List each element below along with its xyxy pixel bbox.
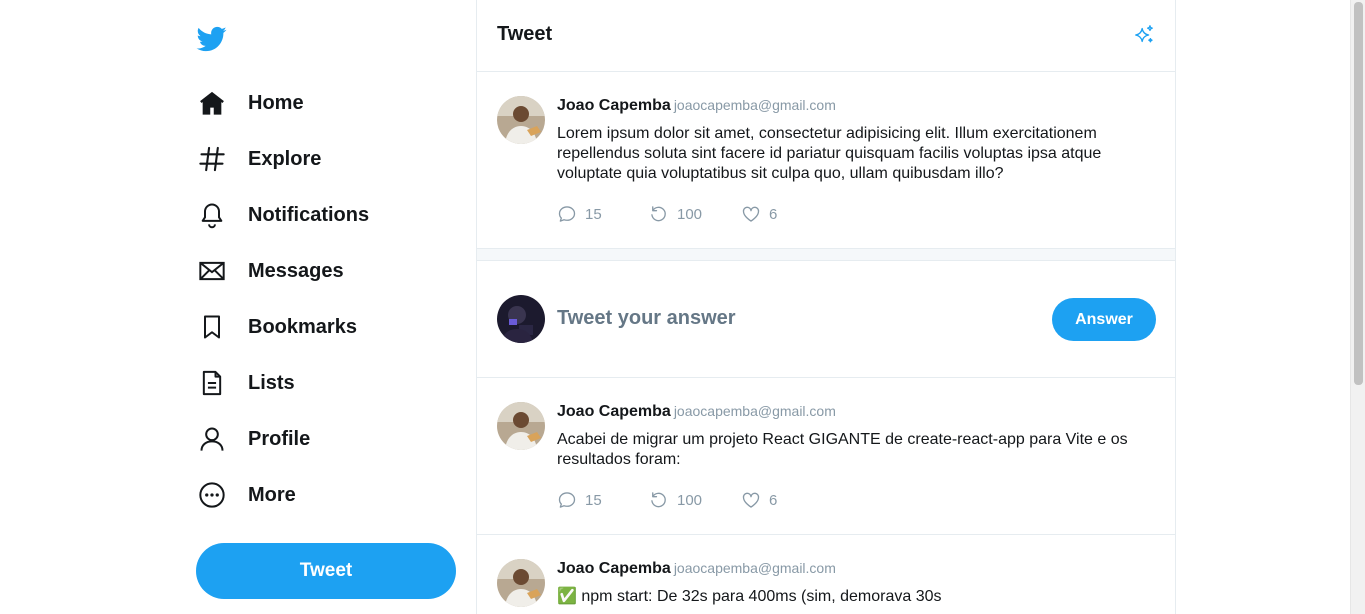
sidebar-item-profile[interactable]: Profile — [196, 419, 310, 459]
sidebar: Home Explore Notifications Messages Book… — [196, 0, 476, 614]
sidebar-item-label: Home — [248, 91, 304, 114]
sidebar-item-messages[interactable]: Messages — [196, 251, 344, 291]
user-icon — [196, 423, 228, 455]
current-user-avatar[interactable] — [497, 295, 545, 343]
retweet-count: 100 — [677, 205, 703, 223]
author-email: joaocapemba@gmail.com — [673, 560, 836, 576]
sidebar-item-home[interactable]: Home — [196, 83, 304, 123]
avatar[interactable] — [497, 402, 545, 450]
list-document-icon — [196, 367, 228, 399]
section-divider — [477, 248, 1175, 261]
hashtag-icon — [196, 143, 228, 175]
tweet-meta: Joao Capemba joaocapemba@gmail.com — [557, 97, 836, 115]
sidebar-item-bookmarks[interactable]: Bookmarks — [196, 307, 357, 347]
sidebar-item-lists[interactable]: Lists — [196, 363, 295, 403]
page-header: Tweet — [477, 0, 1175, 72]
sidebar-item-label: Profile — [248, 427, 311, 450]
page-title: Tweet — [497, 23, 553, 45]
author-name[interactable]: Joao Capemba — [557, 97, 671, 114]
sidebar-item-label: Messages — [248, 259, 344, 282]
sidebar-item-label: Explore — [248, 147, 322, 170]
envelope-icon — [196, 255, 228, 287]
heart-icon — [742, 492, 760, 508]
twitter-bird-icon[interactable] — [196, 24, 228, 54]
like-button[interactable]: 6 — [741, 490, 833, 510]
sidebar-item-label: Notifications — [248, 203, 370, 226]
sidebar-item-notifications[interactable]: Notifications — [196, 195, 369, 235]
reply-count: 15 — [585, 491, 602, 509]
sidebar-item-label: Lists — [248, 371, 295, 394]
comment-icon — [558, 206, 576, 222]
answer-button[interactable]: Answer — [1052, 298, 1156, 341]
tweet-button[interactable]: Tweet — [196, 543, 456, 599]
retweet-button[interactable]: 100 — [649, 490, 741, 510]
bookmark-icon — [196, 311, 228, 343]
sidebar-item-more[interactable]: More — [196, 475, 296, 515]
retweet-icon — [651, 492, 666, 508]
author-email: joaocapemba@gmail.com — [673, 403, 836, 419]
author-name[interactable]: Joao Capemba — [557, 403, 671, 420]
reply-count: 15 — [585, 205, 602, 223]
tweet-actions: 15 100 6 — [557, 490, 833, 510]
reply-tweet: Joao Capemba joaocapemba@gmail.com Acabei… — [477, 378, 1175, 535]
retweet-count: 100 — [677, 491, 703, 509]
tweet-meta: Joao Capemba joaocapemba@gmail.com — [557, 560, 836, 578]
heart-icon — [742, 206, 760, 222]
avatar[interactable] — [497, 559, 545, 607]
sidebar-item-label: Bookmarks — [248, 315, 357, 338]
tweet-text: Lorem ipsum dolor sit amet, consectetur … — [557, 125, 1102, 182]
tweet-text: ✅ npm start: De 32s para 400ms (sim, dem… — [557, 588, 942, 605]
reply-button[interactable]: 15 — [557, 204, 649, 224]
scrollbar-thumb[interactable] — [1354, 2, 1363, 385]
sidebar-item-explore[interactable]: Explore — [196, 139, 321, 179]
reply-input[interactable] — [557, 303, 1017, 333]
more-circle-icon — [196, 479, 228, 511]
sidebar-item-label: More — [248, 483, 296, 506]
home-icon — [196, 87, 228, 119]
retweet-icon — [651, 206, 666, 222]
author-email: joaocapemba@gmail.com — [673, 97, 836, 113]
tweet-actions: 15 100 6 — [557, 204, 833, 224]
tweet-meta: Joao Capemba joaocapemba@gmail.com — [557, 403, 836, 421]
tweet-text: Acabei de migrar um projeto React GIGANT… — [557, 431, 1128, 468]
author-name[interactable]: Joao Capemba — [557, 560, 671, 577]
bell-icon — [196, 199, 228, 231]
like-button[interactable]: 6 — [741, 204, 833, 224]
main-column: Tweet Joao Capemba joaocapemba@gmail.com … — [476, 0, 1176, 614]
avatar[interactable] — [497, 96, 545, 144]
retweet-button[interactable]: 100 — [649, 204, 741, 224]
reply-tweet: Joao Capemba joaocapemba@gmail.com ✅ npm … — [477, 535, 1175, 614]
comment-icon — [558, 492, 576, 508]
page-scrollbar[interactable] — [1350, 0, 1365, 614]
reply-composer: Answer — [477, 261, 1175, 378]
like-count: 6 — [769, 491, 778, 509]
like-count: 6 — [769, 205, 778, 223]
main-tweet: Joao Capemba joaocapemba@gmail.com Lorem … — [477, 72, 1175, 248]
reply-button[interactable]: 15 — [557, 490, 649, 510]
sparkle-icon[interactable] — [1133, 24, 1155, 46]
